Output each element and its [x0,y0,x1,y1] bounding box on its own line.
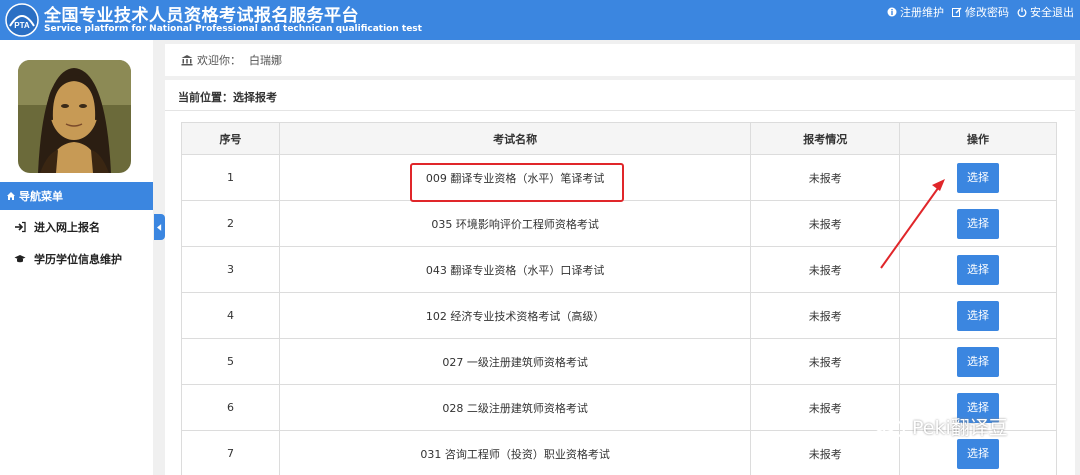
wechat-icon [873,413,905,438]
breadcrumb: 当前位置：选择报考 [178,91,277,104]
top-header: PTA 全国专业技术人员资格考试报名服务平台 Service platform … [0,0,1080,40]
column-header-status: 报考情况 [750,122,901,155]
row-action-cell: 选择 [899,246,1057,293]
divider [165,110,1075,111]
watermark-text: Peki翻译豆 [912,416,1008,439]
welcome-prefix: 欢迎你： [197,54,241,67]
logout-label: 安全退出 [1030,6,1074,19]
row-exam-name: 031 咨询工程师（投资）职业资格考试 [278,430,752,475]
header-links: 注册维护 修改密码 安全退出 [887,4,1074,20]
bank-icon [181,55,193,66]
sidebar-item-label: 学历学位信息维护 [34,253,122,266]
row-status: 未报考 [750,292,901,339]
row-exam-name: 043 翻译专业资格（水平）口译考试 [278,246,752,293]
table-row: 1 009 翻译专业资格（水平）笔译考试 未报考 选择 [181,154,1057,201]
info-circle-icon [887,7,897,17]
sign-in-icon [15,221,26,233]
sidebar-item-online-registration[interactable]: 进入网上报名 [0,212,153,242]
sidebar-item-label: 进入网上报名 [34,221,100,234]
watermark: Peki翻译豆 [872,412,1008,440]
row-exam-name: 028 二级注册建筑师资格考试 [278,384,752,431]
row-status: 未报考 [750,154,901,201]
row-exam-name: 102 经济专业技术资格考试（高级） [278,292,752,339]
power-icon [1017,7,1027,17]
edit-icon [952,7,962,17]
row-no: 2 [181,200,280,247]
nav-menu-title: 导航菜单 [19,190,63,203]
row-no: 4 [181,292,280,339]
table-row: 5 027 一级注册建筑师资格考试 未报考 选择 [181,338,1057,385]
platform-title: 全国专业技术人员资格考试报名服务平台 [44,6,359,26]
sidebar-collapse-toggle[interactable] [154,214,165,240]
select-button[interactable]: 选择 [957,300,1000,331]
row-exam-name: 035 环境影响评价工程师资格考试 [278,200,752,247]
sidebar-item-education-info[interactable]: 学历学位信息维护 [0,244,153,274]
change-password-link[interactable]: 修改密码 [952,4,1009,20]
logout-link[interactable]: 安全退出 [1017,4,1074,20]
column-header-no: 序号 [181,122,280,155]
row-action-cell: 选择 [899,292,1057,339]
table-header-row: 序号 考试名称 报考情况 操作 [181,122,1057,155]
avatar [18,60,131,173]
select-button[interactable]: 选择 [957,254,1000,285]
row-status: 未报考 [750,200,901,247]
welcome-user-name: 白瑞娜 [249,54,282,67]
chevron-left-icon [157,223,162,231]
table-row: 2 035 环境影响评价工程师资格考试 未报考 选择 [181,200,1057,247]
pta-logo: PTA [5,3,39,37]
nav-menu-header: 导航菜单 [0,182,153,210]
column-header-exam-name: 考试名称 [278,122,752,155]
register-maintain-link[interactable]: 注册维护 [887,4,944,20]
select-button[interactable]: 选择 [957,208,1000,239]
column-header-action: 操作 [899,122,1057,155]
row-status: 未报考 [750,338,901,385]
table-row: 3 043 翻译专业资格（水平）口译考试 未报考 选择 [181,246,1057,293]
row-no: 7 [181,430,280,475]
select-button[interactable]: 选择 [957,162,1000,193]
home-icon [7,192,15,200]
row-no: 3 [181,246,280,293]
change-password-label: 修改密码 [965,6,1009,19]
row-no: 1 [181,154,280,201]
row-status: 未报考 [750,246,901,293]
sidebar: 导航菜单 进入网上报名 学历学位信息维护 [0,40,153,475]
welcome-bar: 欢迎你： 白瑞娜 [165,44,1075,76]
row-action-cell: 选择 [899,200,1057,247]
row-action-cell: 选择 [899,154,1057,201]
register-maintain-label: 注册维护 [900,6,944,19]
row-no: 5 [181,338,280,385]
select-button[interactable]: 选择 [957,438,1000,469]
table-row: 4 102 经济专业技术资格考试（高级） 未报考 选择 [181,292,1057,339]
row-exam-name: 027 一级注册建筑师资格考试 [278,338,752,385]
graduation-cap-icon [14,255,26,263]
row-no: 6 [181,384,280,431]
row-action-cell: 选择 [899,338,1057,385]
select-button[interactable]: 选择 [957,346,1000,377]
logo-text: PTA [14,21,30,30]
row-exam-name: 009 翻译专业资格（水平）笔译考试 [278,154,752,201]
platform-subtitle: Service platform for National Profession… [44,24,422,34]
